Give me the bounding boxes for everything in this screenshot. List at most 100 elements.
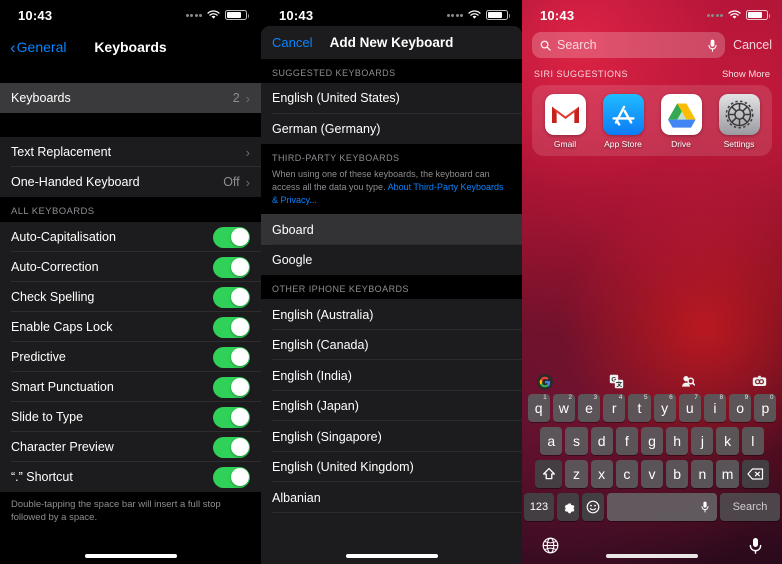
key-p[interactable]: 0p bbox=[754, 394, 777, 422]
app-label: Drive bbox=[671, 139, 691, 149]
list-item[interactable]: English (India) bbox=[261, 360, 522, 391]
microphone-icon[interactable] bbox=[701, 501, 709, 513]
gboard-toolbar: G bbox=[522, 369, 782, 394]
key-number: 4 bbox=[618, 394, 623, 401]
toggle-row-enable-caps-lock[interactable]: Enable Caps Lock bbox=[0, 312, 261, 342]
shift-key[interactable] bbox=[535, 460, 563, 488]
row-value-group: 2 › bbox=[233, 91, 250, 106]
key-b[interactable]: b bbox=[666, 460, 689, 488]
list-item[interactable]: English (Australia) bbox=[261, 299, 522, 330]
toggle-row-predictive[interactable]: Predictive bbox=[0, 342, 261, 372]
toggle-switch[interactable] bbox=[213, 256, 250, 278]
home-indicator[interactable] bbox=[261, 554, 522, 558]
list-item[interactable]: English (United States) bbox=[261, 83, 522, 114]
gif-camera-icon[interactable] bbox=[751, 373, 768, 390]
key-r[interactable]: 4r bbox=[603, 394, 626, 422]
key-i[interactable]: 8i bbox=[703, 394, 727, 422]
translate-icon[interactable]: G bbox=[608, 373, 625, 390]
key-d[interactable]: d bbox=[590, 427, 613, 455]
key-number: 3 bbox=[593, 394, 598, 401]
backspace-key[interactable] bbox=[741, 460, 769, 488]
toggle-row-smart-punctuation[interactable]: Smart Punctuation bbox=[0, 372, 261, 402]
key-w[interactable]: 2w bbox=[552, 394, 575, 422]
key-number: 9 bbox=[744, 394, 749, 401]
keyboard-row-1: 1q 2w 3e 4r 5t 6y 7u 8i 9o 0p bbox=[524, 394, 780, 422]
microphone-icon[interactable] bbox=[708, 39, 717, 52]
chevron-right-icon: › bbox=[245, 144, 250, 160]
key-e[interactable]: 3e bbox=[577, 394, 601, 422]
key-f[interactable]: f bbox=[615, 427, 638, 455]
keyboard-row-3: z x c v b n m bbox=[524, 460, 780, 488]
list-item-google[interactable]: Google bbox=[261, 244, 522, 276]
key-u[interactable]: 7u bbox=[678, 394, 701, 422]
row-label: Auto-Capitalisation bbox=[11, 230, 116, 244]
key-k[interactable]: k bbox=[716, 427, 739, 455]
toggle-switch[interactable] bbox=[213, 436, 250, 458]
home-indicator[interactable] bbox=[522, 554, 782, 558]
key-h[interactable]: h bbox=[666, 427, 689, 455]
key-g[interactable]: g bbox=[640, 427, 664, 455]
app-icon-app-store[interactable]: App Store bbox=[597, 94, 649, 149]
toggle-row-slide-to-type[interactable]: Slide to Type bbox=[0, 402, 261, 432]
back-button-general[interactable]: ‹ General bbox=[10, 39, 66, 56]
key-o[interactable]: 9o bbox=[729, 394, 752, 422]
list-item[interactable]: English (Canada) bbox=[261, 329, 522, 361]
key-z[interactable]: z bbox=[565, 460, 588, 488]
key-m[interactable]: m bbox=[716, 460, 739, 488]
emoji-key[interactable] bbox=[582, 493, 604, 521]
key-label: e bbox=[585, 400, 593, 416]
toggle-row-check-spelling[interactable]: Check Spelling bbox=[0, 282, 261, 312]
search-input[interactable]: Search bbox=[532, 32, 726, 58]
space-key[interactable] bbox=[607, 493, 717, 521]
list-item[interactable]: Albanian bbox=[261, 482, 522, 513]
key-label: d bbox=[597, 433, 606, 449]
toggle-switch[interactable] bbox=[213, 376, 250, 398]
settings-row-one-handed-keyboard[interactable]: One-Handed Keyboard Off › bbox=[0, 167, 261, 197]
globe-icon[interactable] bbox=[542, 537, 559, 554]
google-logo-icon[interactable] bbox=[536, 373, 553, 390]
key-l[interactable]: l bbox=[741, 427, 764, 455]
google-drive-icon bbox=[660, 94, 702, 135]
key-s[interactable]: s bbox=[565, 427, 588, 455]
toggle-row-auto-capitalisation[interactable]: Auto-Capitalisation bbox=[0, 222, 261, 252]
key-v[interactable]: v bbox=[640, 460, 664, 488]
key-q[interactable]: 1q bbox=[527, 394, 550, 422]
app-icon-settings[interactable]: Settings bbox=[713, 94, 765, 149]
list-item[interactable]: English (Singapore) bbox=[261, 421, 522, 452]
key-y[interactable]: 6y bbox=[653, 394, 676, 422]
list-item[interactable]: German (Germany) bbox=[261, 113, 522, 144]
search-key[interactable]: Search bbox=[720, 493, 780, 521]
key-c[interactable]: c bbox=[615, 460, 638, 488]
toggle-row-character-preview[interactable]: Character Preview bbox=[0, 432, 261, 462]
list-item-gboard[interactable]: Gboard bbox=[261, 214, 522, 245]
key-label: y bbox=[661, 400, 669, 416]
toggle-row-auto-correction[interactable]: Auto-Correction bbox=[0, 252, 261, 282]
app-icon-drive[interactable]: Drive bbox=[655, 94, 707, 149]
toggle-row-period-shortcut[interactable]: “.” Shortcut bbox=[0, 462, 261, 492]
toggle-switch[interactable] bbox=[213, 226, 250, 248]
app-icon-gmail[interactable]: Gmail bbox=[539, 94, 591, 149]
show-more-button[interactable]: Show More bbox=[722, 69, 770, 80]
toggle-switch[interactable] bbox=[213, 466, 250, 488]
list-item[interactable]: English (Japan) bbox=[261, 390, 522, 422]
key-t[interactable]: 5t bbox=[628, 394, 651, 422]
cancel-button[interactable]: Cancel bbox=[272, 35, 312, 50]
toggle-switch[interactable] bbox=[213, 316, 250, 338]
key-n[interactable]: n bbox=[691, 460, 714, 488]
dictation-microphone-icon[interactable] bbox=[749, 537, 762, 554]
cancel-button[interactable]: Cancel bbox=[733, 38, 772, 52]
key-label: i bbox=[713, 400, 717, 416]
settings-row-keyboards[interactable]: Keyboards 2 › bbox=[0, 83, 261, 113]
home-indicator[interactable] bbox=[0, 554, 261, 558]
key-j[interactable]: j bbox=[691, 427, 714, 455]
key-x[interactable]: x bbox=[590, 460, 613, 488]
toggle-switch[interactable] bbox=[213, 286, 250, 308]
list-item[interactable]: English (United Kingdom) bbox=[261, 451, 522, 483]
toggle-switch[interactable] bbox=[213, 346, 250, 368]
settings-row-text-replacement[interactable]: Text Replacement › bbox=[0, 137, 261, 167]
keyboard-settings-key[interactable] bbox=[557, 493, 579, 521]
key-a[interactable]: a bbox=[540, 427, 563, 455]
sticker-search-icon[interactable] bbox=[679, 373, 696, 390]
toggle-switch[interactable] bbox=[213, 406, 250, 428]
numbers-key[interactable]: 123 bbox=[524, 493, 554, 521]
